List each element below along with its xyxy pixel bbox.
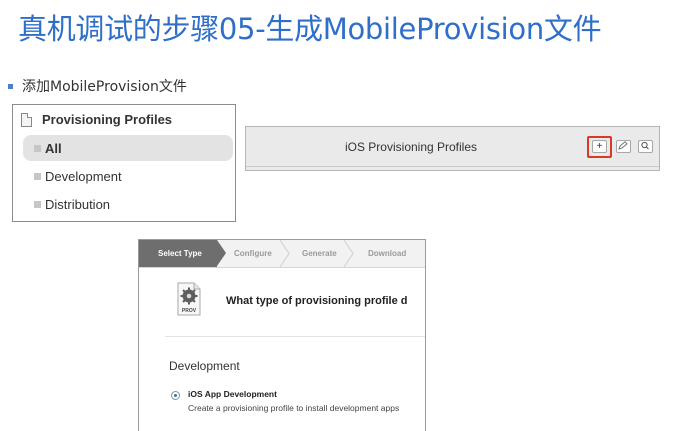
- step-separator-icon: [279, 240, 290, 267]
- bullet-square-icon: [34, 173, 41, 180]
- bullet-square-icon: [34, 201, 41, 208]
- provisioning-profiles-sidebar: Provisioning Profiles All Development Di…: [12, 104, 236, 222]
- bullet-marker: [8, 84, 13, 89]
- ios-app-development-label[interactable]: iOS App Development: [188, 389, 277, 399]
- wizard-steps: Select Type Configure Generate Download: [139, 240, 425, 268]
- ios-app-development-radio[interactable]: [171, 391, 180, 400]
- ios-app-development-description: Create a provisioning profile to install…: [188, 403, 400, 413]
- active-step-arrow: [217, 240, 226, 266]
- document-icon: [21, 112, 32, 127]
- step-separator-icon: [343, 240, 354, 267]
- edit-button[interactable]: [616, 140, 631, 153]
- pencil-icon: [618, 141, 628, 150]
- section-title-development: Development: [169, 359, 240, 373]
- provisioning-profile-icon: PROV: [177, 282, 201, 316]
- search-button[interactable]: [638, 140, 653, 153]
- profiles-toolbar: iOS Provisioning Profiles +: [245, 126, 660, 171]
- slide-title: 真机调试的步骤05-生成MobileProvision文件: [18, 12, 602, 46]
- radio-selected-dot: [174, 394, 177, 397]
- sidebar-item-development[interactable]: Development: [23, 163, 233, 189]
- toolbar-title: iOS Provisioning Profiles: [344, 140, 478, 154]
- prov-icon-label: PROV: [182, 308, 197, 314]
- provisioning-wizard: Select Type Configure Generate Download …: [138, 239, 426, 431]
- bullet-text: 添加MobileProvision文件: [22, 79, 187, 95]
- step-select-type: Select Type: [158, 249, 202, 258]
- sidebar-header: Provisioning Profiles: [21, 112, 172, 127]
- sidebar-item-label: All: [45, 140, 62, 156]
- wizard-divider: [165, 336, 425, 337]
- sidebar-item-all[interactable]: All: [23, 135, 233, 161]
- bullet-point: 添加MobileProvision文件: [8, 76, 187, 96]
- sidebar-item-distribution[interactable]: Distribution: [23, 191, 233, 217]
- sidebar-header-label: Provisioning Profiles: [42, 112, 173, 127]
- step-configure: Configure: [234, 249, 272, 258]
- add-button[interactable]: +: [592, 140, 607, 153]
- wizard-question: What type of provisioning profile d: [226, 295, 408, 307]
- sidebar-item-label: Distribution: [45, 196, 111, 212]
- search-icon: [641, 141, 649, 150]
- sidebar-item-label: Development: [45, 168, 122, 184]
- step-generate: Generate: [302, 249, 337, 258]
- toolbar-divider: [246, 166, 659, 167]
- step-download: Download: [368, 249, 407, 258]
- bullet-square-icon: [34, 145, 41, 152]
